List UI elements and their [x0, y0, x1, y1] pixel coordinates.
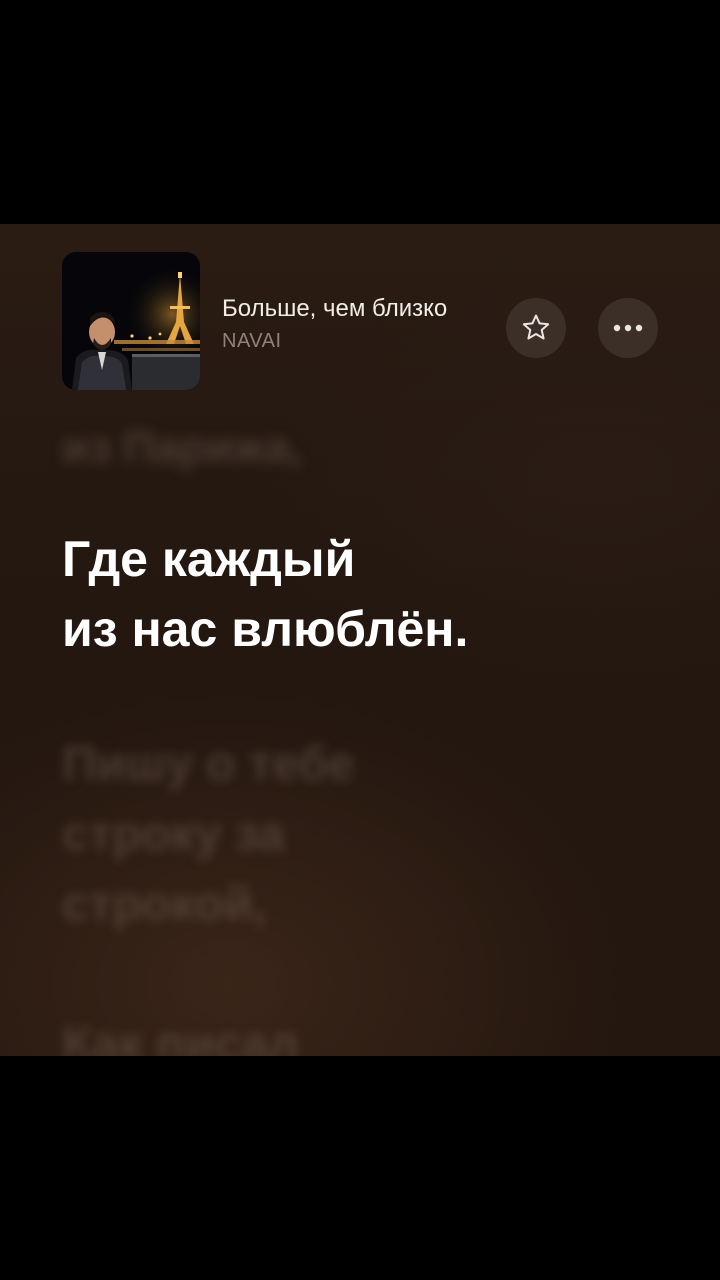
- favorite-button[interactable]: [506, 298, 566, 358]
- lyric-line-upcoming[interactable]: Как писал: [62, 1010, 299, 1056]
- screen: Больше, чем близко NAVAI из Парижа, Где …: [0, 0, 720, 1280]
- lyric-line-current[interactable]: Где каждый из нас влюблён.: [62, 524, 468, 664]
- lyric-line-text: Где каждый: [62, 531, 356, 587]
- lyric-line-text: из Парижа,: [62, 423, 302, 472]
- lyrics-player: Больше, чем близко NAVAI из Парижа, Где …: [0, 224, 720, 1056]
- lyric-line-previous[interactable]: из Парижа,: [62, 420, 302, 476]
- more-options-button[interactable]: [598, 298, 658, 358]
- lyric-line-text: из нас влюблён.: [62, 601, 469, 657]
- track-title: Больше, чем близко: [222, 295, 448, 322]
- ellipsis-icon: [613, 324, 643, 332]
- lyric-line-text: Как писал: [62, 1018, 299, 1056]
- lyric-line-next[interactable]: Пишу о тебе строку за строкой,: [62, 730, 355, 940]
- lyric-line-text: строкой,: [62, 878, 267, 931]
- track-info[interactable]: Больше, чем близко NAVAI: [222, 294, 488, 354]
- album-artwork[interactable]: [62, 252, 200, 390]
- star-outline-icon: [522, 314, 550, 340]
- track-artist: NAVAI: [222, 330, 282, 352]
- artwork-image: [62, 252, 200, 390]
- lyric-line-text: Пишу о тебе: [62, 738, 355, 791]
- lyric-line-text: строку за: [62, 808, 285, 861]
